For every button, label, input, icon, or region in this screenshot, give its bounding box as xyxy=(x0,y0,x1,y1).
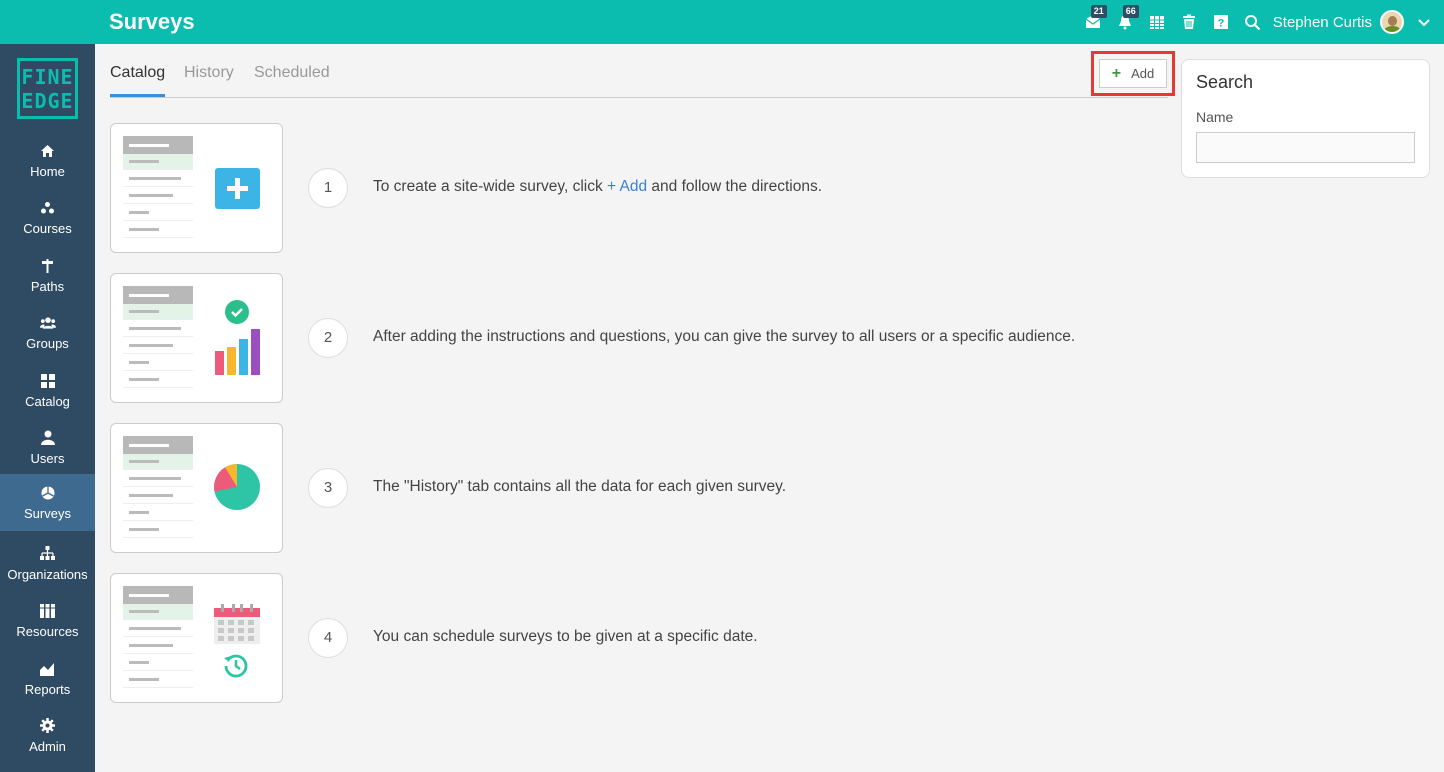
page-title: Surveys xyxy=(109,9,195,34)
add-link[interactable]: + Add xyxy=(607,178,647,195)
sidebar-item-label: Catalog xyxy=(25,393,70,409)
notifications-button[interactable]: 66 xyxy=(1109,0,1141,44)
header-tools: 21 66 ? Stephen Curtis xyxy=(1077,0,1444,44)
step-number: 4 xyxy=(308,618,348,658)
trash-icon xyxy=(1182,14,1195,29)
avatar[interactable] xyxy=(1380,10,1404,34)
name-label: Name xyxy=(1196,109,1234,125)
bar-chart-icon xyxy=(215,329,260,375)
history-clock-icon xyxy=(224,654,248,678)
users-icon xyxy=(40,430,56,446)
sidebar-item-reports[interactable]: Reports xyxy=(0,650,95,707)
messages-badge: 21 xyxy=(1090,5,1107,18)
step-text: To create a site-wide survey, click + Ad… xyxy=(373,178,823,195)
step-text: The "History" tab contains all the data … xyxy=(373,478,787,495)
step-2-illustration xyxy=(110,273,283,403)
logo-line-1: FINE xyxy=(21,65,74,89)
add-button[interactable]: + Add xyxy=(1099,59,1167,88)
step-number: 3 xyxy=(308,468,348,508)
step-2: 2 After adding the instructions and ques… xyxy=(110,273,1110,403)
user-name[interactable]: Stephen Curtis xyxy=(1273,14,1372,31)
sidebar-item-home[interactable]: Home xyxy=(0,132,95,189)
step-4: 4 You can schedule surveys to be given a… xyxy=(110,573,1110,703)
search-icon xyxy=(1245,14,1261,30)
sidebar-item-surveys[interactable]: Surveys xyxy=(0,474,95,531)
step-3-illustration xyxy=(110,423,283,553)
sidebar-item-label: Paths xyxy=(30,278,65,294)
surveys-icon xyxy=(40,485,56,501)
home-icon xyxy=(40,143,56,159)
sidebar-item-label: Resources xyxy=(16,623,79,639)
calendar-grid-icon xyxy=(1149,16,1164,29)
sidebar-item-admin[interactable]: Admin xyxy=(0,707,95,764)
chevron-down-icon xyxy=(1418,19,1430,27)
search-button[interactable] xyxy=(1237,0,1269,44)
top-bar: Surveys 21 66 ? Stephen Curtis xyxy=(0,0,1444,44)
sidebar-item-catalog[interactable]: Catalog xyxy=(0,362,95,419)
step-text: You can schedule surveys to be given at … xyxy=(373,628,758,645)
user-menu-chevron[interactable] xyxy=(1404,14,1444,30)
name-search-input[interactable] xyxy=(1196,132,1415,163)
sidebar-item-label: Organizations xyxy=(7,566,88,582)
tab-history[interactable]: History xyxy=(184,64,234,94)
add-button-label: Add xyxy=(1131,66,1155,81)
courses-icon xyxy=(40,200,56,216)
reports-icon xyxy=(40,661,56,677)
sidebar-item-label: Surveys xyxy=(24,505,71,521)
plus-icon: + xyxy=(1111,64,1122,82)
add-square-icon xyxy=(215,168,260,209)
tab-bar: Catalog History Scheduled xyxy=(110,54,1168,98)
pie-chart-icon xyxy=(214,464,260,510)
search-panel: Search Name xyxy=(1181,59,1430,178)
sidebar-item-organizations[interactable]: Organizations xyxy=(0,535,95,592)
notifications-badge: 66 xyxy=(1122,5,1139,18)
sidebar-item-courses[interactable]: Courses xyxy=(0,189,95,246)
paths-icon xyxy=(40,258,56,274)
fine-edge-logo[interactable]: FINE EDGE xyxy=(17,58,78,119)
sidebar-item-resources[interactable]: Resources xyxy=(0,592,95,649)
sidebar-item-label: Courses xyxy=(23,220,72,236)
step-1-illustration xyxy=(110,123,283,253)
calendar-icon xyxy=(214,604,260,644)
trash-button[interactable] xyxy=(1173,0,1205,44)
step-4-illustration xyxy=(110,573,283,703)
catalog-icon xyxy=(40,373,56,389)
search-title: Search xyxy=(1196,72,1254,92)
sidebar-item-label: Reports xyxy=(24,681,71,697)
sidebar-item-label: Home xyxy=(30,163,65,179)
svg-text:?: ? xyxy=(1217,18,1224,30)
calendar-button[interactable] xyxy=(1141,0,1173,44)
sidebar-item-label: Groups xyxy=(26,335,69,351)
step-3: 3 The "History" tab contains all the dat… xyxy=(110,423,1110,553)
check-circle-icon xyxy=(225,300,249,324)
sidebar-item-label: Admin xyxy=(29,738,66,754)
sidebar-item-paths[interactable]: Paths xyxy=(0,247,95,304)
tab-scheduled[interactable]: Scheduled xyxy=(254,64,330,94)
step-number: 1 xyxy=(308,168,348,208)
organizations-icon xyxy=(40,546,56,562)
step-text: After adding the instructions and questi… xyxy=(373,328,1076,345)
sidebar-item-users[interactable]: Users xyxy=(0,419,95,476)
step-number: 2 xyxy=(308,318,348,358)
sidebar: FINE EDGE Home Courses Paths Groups Cata… xyxy=(0,44,95,772)
help-button[interactable]: ? xyxy=(1205,0,1237,44)
sidebar-item-groups[interactable]: Groups xyxy=(0,304,95,361)
gear-icon xyxy=(40,718,56,734)
messages-button[interactable]: 21 xyxy=(1077,0,1109,44)
sidebar-item-label: Users xyxy=(30,450,65,466)
step-1: 1 To create a site-wide survey, click + … xyxy=(110,123,1110,253)
resources-icon xyxy=(40,603,56,619)
question-icon: ? xyxy=(1213,15,1228,30)
tab-catalog[interactable]: Catalog xyxy=(110,64,166,97)
groups-icon xyxy=(39,315,56,331)
logo-line-2: EDGE xyxy=(21,89,74,113)
